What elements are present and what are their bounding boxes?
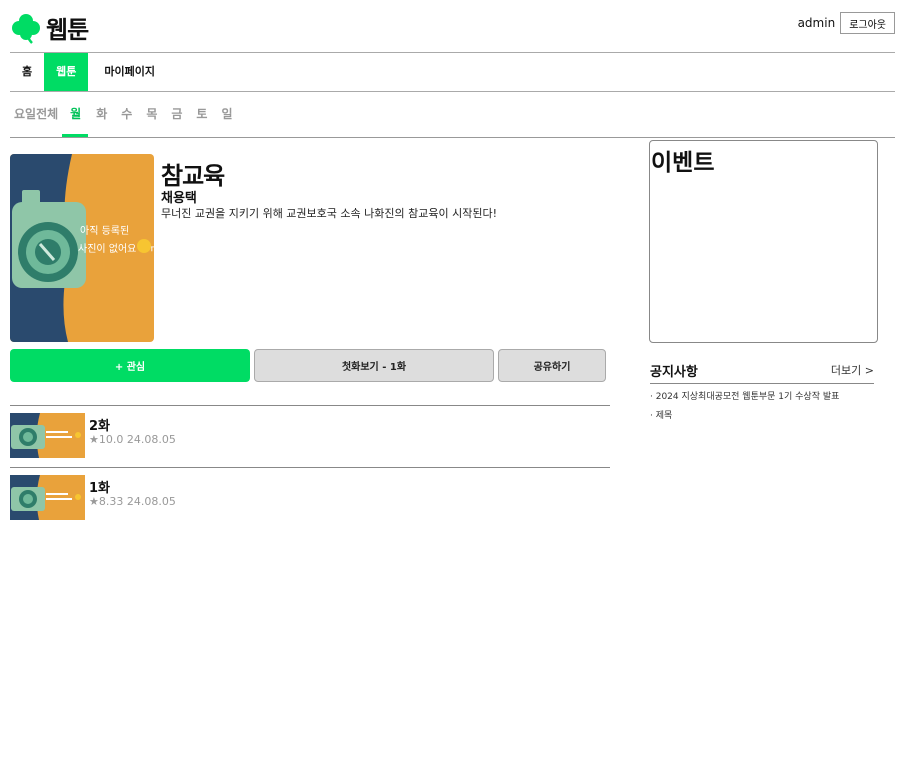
episode-divider <box>10 405 610 406</box>
notice-item[interactable]: · 2024 지상최대공모전 웹툰부문 1기 수상작 발표 <box>650 389 839 402</box>
logout-button[interactable]: 로그아웃 <box>840 12 895 34</box>
day-tab-wed[interactable]: 수 <box>113 96 138 137</box>
logo-text: 웹툰 <box>46 16 89 44</box>
episode-thumbnail[interactable] <box>10 413 85 458</box>
episode-meta: ★10.0 24.08.05 <box>89 433 176 446</box>
favorite-button[interactable]: + 관심 <box>10 349 250 382</box>
episode-title: 2화 <box>89 419 111 434</box>
notice-item[interactable]: · 제목 <box>650 408 672 421</box>
webtoon-thumbnail: 아직 등록된 사진이 없어요 ㅠㅠ <box>10 154 154 342</box>
episode-date: 24.08.05 <box>126 495 176 508</box>
webtoon-author: 채용택 <box>161 191 197 206</box>
episode-rating: ★10.0 <box>89 433 124 446</box>
episode-divider <box>10 467 610 468</box>
episode-title: 1화 <box>89 481 111 496</box>
nav-home[interactable]: 홈 <box>10 53 44 91</box>
episode-row[interactable]: 1화 ★8.33 24.08.05 <box>10 467 610 525</box>
event-panel[interactable]: 이벤트 <box>649 140 878 343</box>
main-nav: 홈 웹툰 마이페이지 <box>10 53 167 91</box>
nav-divider <box>10 91 895 92</box>
day-tab-mon[interactable]: 월 <box>62 96 89 137</box>
user-name: admin <box>797 16 836 30</box>
notice-header: 공지사항 더보기 > <box>650 361 874 383</box>
day-tab-all[interactable]: 요일전체 <box>10 96 62 137</box>
nav-webtoon[interactable]: 웹툰 <box>44 53 89 91</box>
notice-title: 공지사항 <box>650 365 698 380</box>
notice-divider <box>650 383 874 384</box>
notice-more-link[interactable]: 더보기 > <box>831 362 874 378</box>
camera-placeholder-image: 아직 등록된 사진이 없어요 ㅠㅠ <box>10 154 154 342</box>
first-episode-button[interactable]: 첫화보기 - 1화 <box>254 349 494 382</box>
episode-rating: ★8.33 <box>89 495 124 508</box>
logo[interactable]: 웹툰 <box>10 10 89 45</box>
clover-icon <box>12 13 40 44</box>
day-tab-sat[interactable]: 토 <box>188 96 213 137</box>
share-button[interactable]: 공유하기 <box>498 349 606 382</box>
episode-thumbnail[interactable] <box>10 475 85 520</box>
episode-row[interactable]: 2화 ★10.0 24.08.05 <box>10 405 610 463</box>
header: 웹툰 admin 로그아웃 <box>10 8 895 44</box>
day-tabs: 요일전체 월 화 수 목 금 토 일 <box>10 96 239 137</box>
day-tab-thu[interactable]: 목 <box>138 96 163 137</box>
nav-mypage[interactable]: 마이페이지 <box>88 53 167 91</box>
user-area: admin 로그아웃 <box>798 12 895 34</box>
svg-text:아직 등록된: 아직 등록된 <box>80 225 129 237</box>
day-tab-tue[interactable]: 화 <box>88 96 113 137</box>
event-title: 이벤트 <box>651 150 715 176</box>
webtoon-description: 무너진 교권을 지키기 위해 교권보호국 소속 나화진의 참교육이 시작된다! <box>161 207 497 220</box>
day-tab-fri[interactable]: 금 <box>163 96 188 137</box>
day-tab-sun[interactable]: 일 <box>213 96 238 137</box>
webtoon-title: 참교육 <box>161 162 225 190</box>
days-divider <box>10 137 895 138</box>
episode-date: 24.08.05 <box>126 433 176 446</box>
episode-meta: ★8.33 24.08.05 <box>89 495 176 508</box>
